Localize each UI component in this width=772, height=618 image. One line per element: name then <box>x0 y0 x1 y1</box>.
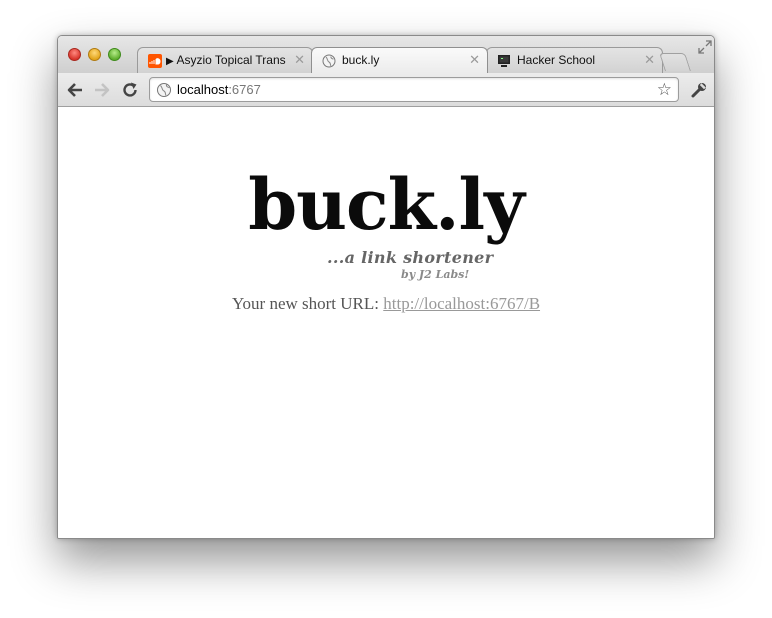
forward-arrow-icon[interactable] <box>93 81 111 99</box>
tab-hacker-school[interactable]: Hacker School ✕ <box>486 47 663 73</box>
browser-window: ▶ Asyzio Topical Trans ✕ buck.ly ✕ Hacke… <box>57 35 715 539</box>
url-text: localhost:6767 <box>177 82 261 97</box>
reload-icon[interactable] <box>121 81 139 99</box>
wrench-icon[interactable] <box>690 81 708 99</box>
tab-title: buck.ly <box>342 53 380 67</box>
short-url-label: Your new short URL: <box>231 294 384 313</box>
play-icon: ▶ <box>166 56 177 67</box>
tab-close-icon[interactable]: ✕ <box>294 52 305 68</box>
byline: by J2 Labs! <box>401 268 470 281</box>
bookmark-star-icon[interactable]: ☆ <box>657 80 672 100</box>
short-url-link[interactable]: http://localhost:6767/B <box>383 294 540 313</box>
globe-icon <box>322 54 336 68</box>
close-window-button[interactable] <box>68 48 81 61</box>
globe-icon <box>156 82 172 98</box>
url-host: localhost <box>177 82 229 97</box>
zoom-window-button[interactable] <box>108 48 121 61</box>
url-port: :6767 <box>228 82 261 97</box>
new-tab-button[interactable] <box>659 53 691 71</box>
title-bar: ▶ Asyzio Topical Trans ✕ buck.ly ✕ Hacke… <box>58 36 714 73</box>
address-bar[interactable]: localhost:6767 ☆ <box>149 77 679 102</box>
fullscreen-icon[interactable] <box>698 40 712 54</box>
tab-close-icon[interactable]: ✕ <box>644 52 655 68</box>
toolbar: localhost:6767 ☆ <box>58 73 714 107</box>
tab-buckly[interactable]: buck.ly ✕ <box>311 47 488 73</box>
tab-asyzio[interactable]: ▶ Asyzio Topical Trans ✕ <box>137 47 313 73</box>
tagline: ...a link shortener <box>327 248 494 267</box>
computer-icon <box>497 54 511 68</box>
tab-title: ▶ Asyzio Topical Trans <box>166 53 286 67</box>
back-arrow-icon[interactable] <box>66 81 84 99</box>
short-url-message: Your new short URL: http://localhost:676… <box>58 294 714 314</box>
soundcloud-icon <box>148 54 162 68</box>
tab-title: Hacker School <box>517 53 596 67</box>
site-logo: buck.ly <box>248 163 525 246</box>
minimize-window-button[interactable] <box>88 48 101 61</box>
page-content: buck.ly ...a link shortener by J2 Labs! … <box>58 108 714 538</box>
tab-close-icon[interactable]: ✕ <box>469 52 480 68</box>
